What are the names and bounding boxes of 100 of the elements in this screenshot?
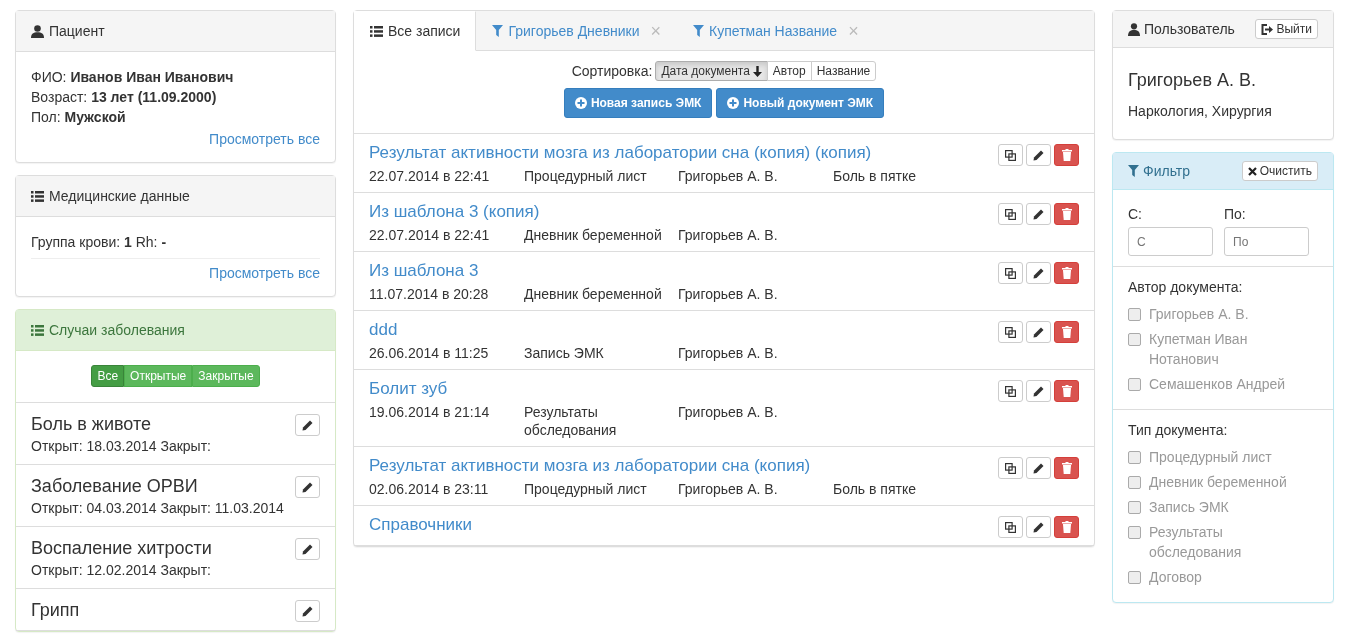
add-button[interactable]: Новый документ ЭМК [716,88,885,118]
delete-button[interactable] [1054,144,1079,166]
checkbox[interactable] [1128,308,1141,321]
copy-icon [1005,208,1016,220]
delete-button[interactable] [1054,457,1079,479]
record-title-link[interactable]: Из шаблона 3 [369,260,983,282]
checkbox[interactable] [1128,378,1141,391]
field-label: По: [1224,206,1247,222]
copy-button[interactable] [998,516,1023,538]
pencil-icon [1033,267,1044,279]
list-icon [31,190,44,202]
clear-button[interactable]: Очистить [1241,161,1318,181]
pencil-icon [1033,385,1044,397]
case-filter-button[interactable]: Закрытые [192,365,260,387]
edit-button[interactable] [1026,516,1051,538]
record-date: 22.07.2014 в 22:41 [369,226,491,244]
checkbox-label: Григорьев А. В. [1149,305,1250,324]
trash-icon [1061,521,1072,533]
sort-button[interactable]: Автор [766,61,812,81]
record-date: 26.06.2014 в 11:25 [369,344,490,362]
record-illness: Боль в пятке [833,480,917,498]
trash-icon [1061,208,1072,220]
tab[interactable]: Все записи [354,11,477,51]
case-filter-button[interactable]: Все [91,365,125,387]
copy-button[interactable] [998,144,1023,166]
copy-button[interactable] [998,457,1023,479]
delete-button[interactable] [1054,321,1079,343]
filter-icon [1128,165,1139,177]
pencil-icon [1033,149,1044,161]
view-all-link[interactable]: Просмотреть все [209,131,320,147]
record-date: 22.07.2014 в 22:41 [369,167,491,185]
checkbox[interactable] [1128,476,1141,489]
edit-button[interactable] [1026,262,1051,284]
panel-title: Фильтр [1143,163,1191,179]
edit-button[interactable] [295,414,320,436]
tab[interactable]: Купетман Название × [677,11,875,51]
copy-button[interactable] [998,321,1023,343]
case-title: Заболевание ОРВИ [31,475,199,498]
edit-button[interactable] [295,538,320,560]
copy-icon [1005,521,1016,533]
record-author: Григорьев А. В. [678,403,779,422]
copy-icon [1005,462,1016,474]
record-title-link[interactable]: Справочники [369,514,472,536]
record-title-link[interactable]: ddd [369,319,983,341]
checkbox[interactable] [1128,501,1141,514]
filter-icon [693,25,705,37]
checkbox-label: Запись ЭМК [1149,498,1230,517]
logout-button[interactable]: Выйти [1255,19,1318,39]
panel-title: Случаи заболевания [49,322,185,338]
pencil-icon [1033,326,1044,338]
view-all-link[interactable]: Просмотреть все [209,265,320,281]
pencil-icon [302,481,313,493]
copy-icon [1005,326,1016,338]
edit-button[interactable] [295,476,320,498]
edit-button[interactable] [1026,380,1051,402]
tab-label: Все записи [388,23,461,39]
tab[interactable]: Григорьев Дневники × [476,11,678,51]
date-to-field[interactable]: По [1224,227,1309,256]
trash-icon [1061,149,1072,161]
filter-group-title: Автор документа: [1128,279,1244,295]
sort-button[interactable]: Название [810,61,877,81]
delete-button[interactable] [1054,380,1079,402]
checkbox[interactable] [1128,571,1141,584]
list-icon [31,324,44,336]
checkbox[interactable] [1128,451,1141,464]
case-dates: Открыт: 04.03.2014 Закрыт: 11.03.2014 [31,499,284,518]
delete-button[interactable] [1054,262,1079,284]
copy-icon [1005,267,1016,279]
edit-button[interactable] [1026,144,1051,166]
record-title-link[interactable]: Результат активности мозга из лаборатории сна (копия) [369,455,983,477]
record-title-link[interactable]: Результат активности мозга из лаборатории сна (копия) (копия) [369,142,983,164]
record-author: Григорьев А. В. [678,226,779,244]
edit-button[interactable] [1026,321,1051,343]
user-icon [31,24,44,38]
copy-button[interactable] [998,203,1023,225]
edit-button[interactable] [1026,457,1051,479]
record-title-link[interactable]: Из шаблона 3 (копия) [369,201,983,223]
delete-button[interactable] [1054,516,1079,538]
checkbox[interactable] [1128,333,1141,346]
close-icon [1247,166,1257,176]
panel-title: Пациент [49,23,105,39]
edit-button[interactable] [1026,203,1051,225]
case-filter-button[interactable]: Открытые [124,365,193,387]
tab-label: Купетман Название [709,23,838,39]
delete-button[interactable] [1054,203,1079,225]
sort-button[interactable]: Дата документа [655,61,768,81]
record-date: 19.06.2014 в 21:14 [369,403,491,422]
plus-circle-icon [727,97,740,109]
date-from-field[interactable]: С [1128,227,1213,256]
copy-button[interactable] [998,380,1023,402]
record-title-link[interactable]: Болит зуб [369,378,983,400]
edit-button[interactable] [295,600,320,622]
patient-field: Пол: Мужской [31,107,320,127]
add-button[interactable]: Новая запись ЭМК [563,88,713,118]
case-dates: Открыт: 12.02.2014 Закрыт: [31,561,212,580]
record-type: Дневник беременной [524,285,663,303]
checkbox[interactable] [1128,526,1141,539]
blood-group-text: Группа крови: 1 Rh: - [31,232,320,259]
copy-button[interactable] [998,262,1023,284]
tab-label: Григорьев Дневники [508,23,640,39]
